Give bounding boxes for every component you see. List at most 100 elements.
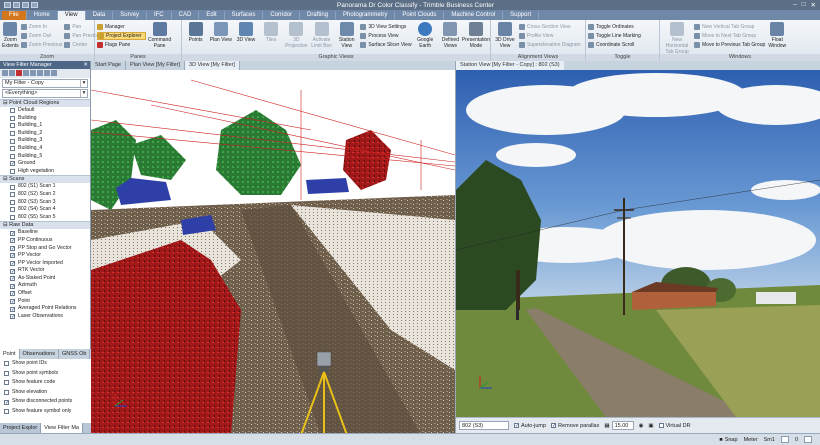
list-item[interactable]: Ground	[0, 160, 90, 168]
tab-ifc[interactable]: IFC	[147, 11, 172, 20]
station-select[interactable]: 802 (S3)	[459, 421, 509, 430]
checkbox[interactable]	[10, 230, 15, 236]
list-item[interactable]: 802 (S2) Scan 2	[0, 191, 90, 199]
list-item[interactable]: Show point symbols	[0, 369, 91, 379]
close-icon[interactable]: ✕	[83, 61, 88, 69]
tab-plan-view[interactable]: Plan View [My Filter]	[126, 61, 186, 70]
checkbox[interactable]	[10, 215, 15, 221]
minimize-button[interactable]: –	[793, 1, 797, 9]
tab-edit[interactable]: Edit	[199, 11, 225, 20]
tab-project-explorer[interactable]: Project Explor	[0, 423, 42, 433]
filter-select[interactable]: My Filter - Copy ▾	[2, 79, 88, 88]
flags-pane-button[interactable]: Flags Pane	[97, 41, 146, 49]
tab-start-page[interactable]: Start Page	[91, 61, 126, 70]
tab-observations[interactable]: Observations	[20, 349, 59, 359]
checkbox[interactable]	[10, 314, 15, 320]
list-item[interactable]: Averaged Point Relations	[0, 305, 90, 313]
move-to-previous-tab-group-button[interactable]: Move to Previous Tab Group	[694, 41, 765, 49]
list-item[interactable]: Point	[0, 298, 90, 306]
list-item[interactable]: High vegetation	[0, 168, 90, 176]
list-item[interactable]: RTK Vector	[0, 267, 90, 275]
profile-view-button[interactable]: Profile View	[519, 32, 581, 40]
close-button[interactable]: ✕	[811, 1, 816, 9]
status-box[interactable]	[780, 436, 789, 443]
camera-icon[interactable]: ▣	[648, 423, 653, 429]
export-icon[interactable]	[30, 70, 36, 76]
list-item[interactable]: Show point IDs	[0, 359, 91, 369]
checkbox[interactable]	[4, 361, 9, 367]
checkbox[interactable]	[10, 192, 15, 198]
tab-gnss-observations[interactable]: GNSS Ob	[59, 349, 91, 359]
tab-data[interactable]: Data	[86, 11, 114, 20]
tab-station-view[interactable]: Station View [My Filter - Copy] : 802 (S…	[456, 61, 564, 70]
checkbox[interactable]	[10, 276, 15, 282]
help-icon[interactable]	[51, 70, 57, 76]
tab-home[interactable]: Home	[27, 11, 58, 20]
checkbox[interactable]	[10, 207, 15, 213]
list-item[interactable]: As-Staked Point	[0, 275, 90, 283]
tab-view-filter-manager[interactable]: View Filter Ma	[41, 423, 83, 433]
checkbox[interactable]	[10, 260, 15, 266]
checkbox[interactable]	[10, 184, 15, 190]
station-view-canvas[interactable]	[456, 70, 820, 417]
checkbox[interactable]	[10, 138, 15, 144]
list-item[interactable]: 802 (S5) Scan 5	[0, 214, 90, 222]
checkbox[interactable]	[10, 123, 15, 129]
list-item[interactable]: Building_3	[0, 137, 90, 145]
list-item[interactable]: Building_1	[0, 122, 90, 130]
virtual-dr-toggle[interactable]: Virtual DR	[658, 423, 691, 429]
section-point-cloud-regions[interactable]: ⊟ Point Cloud Regions	[0, 99, 90, 107]
tab-cad[interactable]: CAD	[172, 11, 200, 20]
redo-icon[interactable]	[31, 2, 38, 8]
move-to-next-tab-group-button[interactable]: Move to Next Tab Group	[694, 32, 765, 40]
list-item[interactable]: PP Stop and Go Vector	[0, 245, 90, 253]
list-item[interactable]: Azimuth	[0, 282, 90, 290]
checkbox[interactable]	[10, 291, 15, 297]
tab-3d-view[interactable]: 3D View [My Filter]	[185, 61, 241, 70]
checkbox[interactable]	[10, 153, 15, 159]
3d-view-canvas[interactable]	[91, 70, 455, 435]
checkbox[interactable]	[10, 306, 15, 312]
import-icon[interactable]	[23, 70, 29, 76]
list-item[interactable]: Baseline	[0, 229, 90, 237]
checkbox[interactable]	[10, 108, 15, 114]
toggle-ordinates-button[interactable]: Toggle Ordinates	[588, 23, 641, 31]
auto-jump-toggle[interactable]: Auto-jump	[514, 423, 546, 429]
checkbox[interactable]	[10, 199, 15, 205]
list-item[interactable]: Building_2	[0, 130, 90, 138]
snap-toggle[interactable]: ■ Snap	[719, 437, 737, 443]
checkbox[interactable]	[10, 283, 15, 289]
virtual-dr-checkbox[interactable]	[658, 423, 664, 428]
coordinate-scroll-button[interactable]: Coordinate Scroll	[588, 41, 641, 49]
tab-file[interactable]: File	[2, 11, 27, 20]
undo-icon[interactable]	[22, 2, 29, 8]
checkbox[interactable]	[4, 399, 9, 405]
checkbox[interactable]	[10, 298, 15, 304]
remove-parallax-toggle[interactable]: Remove parallax	[551, 423, 599, 429]
toggle-line-marking-button[interactable]: Toggle Line Marking	[588, 32, 641, 40]
tab-machine-control[interactable]: Machine Control	[444, 11, 504, 20]
checkbox[interactable]	[10, 161, 15, 167]
eye-icon[interactable]: ◉	[639, 423, 644, 429]
maximize-button[interactable]: □	[802, 1, 806, 9]
list-item[interactable]: Building_5	[0, 153, 90, 161]
list-item[interactable]: PP Continuous	[0, 237, 90, 245]
list-item[interactable]: Show elevation	[0, 388, 91, 398]
list-item[interactable]: Building_4	[0, 145, 90, 153]
list-item[interactable]: Default	[0, 107, 90, 115]
tab-surfaces[interactable]: Surfaces	[225, 11, 264, 20]
surface-slicer-view-button[interactable]: Surface Slicer View	[360, 41, 412, 49]
clear-all-icon[interactable]	[44, 70, 50, 76]
manager-button[interactable]: Manager	[97, 23, 146, 31]
save-icon[interactable]	[13, 2, 20, 8]
delete-filter-icon[interactable]	[16, 70, 22, 76]
tab-point[interactable]: Point	[0, 349, 20, 359]
tab-corridor[interactable]: Corridor	[263, 11, 301, 20]
list-item[interactable]: 802 (S3) Scan 3	[0, 199, 90, 207]
checkbox[interactable]	[10, 115, 15, 121]
list-item[interactable]: 802 (S1) Scan 1	[0, 183, 90, 191]
checkbox[interactable]	[10, 245, 15, 251]
zoom-in-button[interactable]: Zoom In	[20, 23, 63, 31]
remove-parallax-checkbox[interactable]	[551, 423, 557, 428]
checkbox[interactable]	[4, 380, 9, 386]
